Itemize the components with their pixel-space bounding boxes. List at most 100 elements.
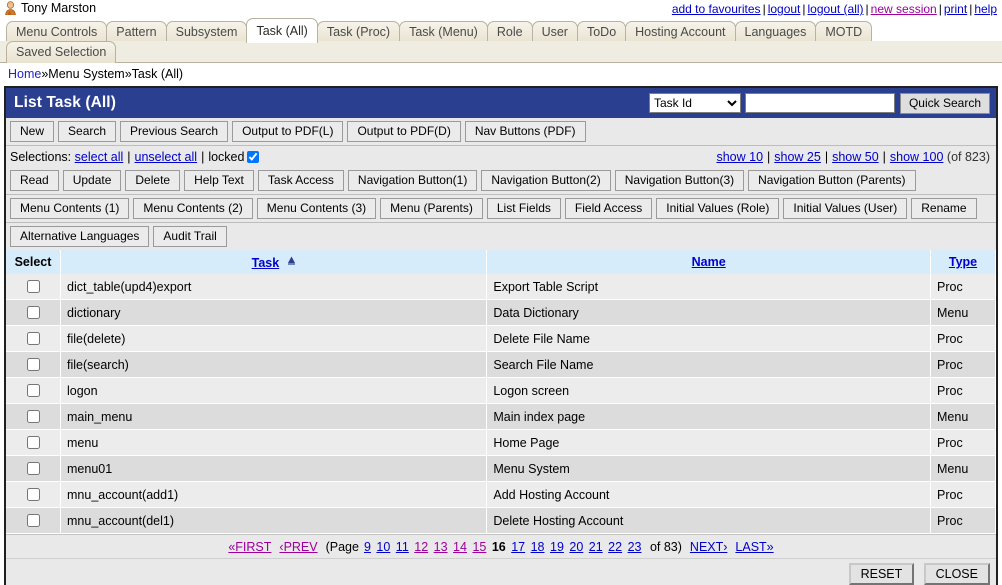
tab-pattern[interactable]: Pattern (106, 21, 166, 43)
link-print[interactable]: print (944, 2, 967, 16)
cell-name: Add Hosting Account (487, 482, 931, 508)
menu-contents-2-button[interactable]: Menu Contents (2) (133, 198, 252, 219)
initial-values-role-button[interactable]: Initial Values (Role) (656, 198, 779, 219)
alternative-languages-button[interactable]: Alternative Languages (10, 226, 149, 247)
page-number-link[interactable]: 9 (364, 540, 371, 554)
tab-menu-controls[interactable]: Menu Controls (6, 21, 107, 43)
breadcrumb-home[interactable]: Home (8, 67, 41, 81)
page-number-link[interactable]: 21 (589, 540, 603, 554)
navigation-button-3[interactable]: Navigation Button(3) (615, 170, 744, 191)
menu-contents-3-button[interactable]: Menu Contents (3) (257, 198, 376, 219)
row-select-checkbox[interactable] (27, 332, 40, 345)
page-last-link[interactable]: LAST» (735, 540, 773, 554)
breadcrumb: Home»Menu System»Task (All) (0, 63, 1002, 86)
field-access-button[interactable]: Field Access (565, 198, 652, 219)
locked-checkbox[interactable] (247, 151, 259, 163)
page-number-link[interactable]: 17 (511, 540, 525, 554)
row-select-checkbox[interactable] (27, 280, 40, 293)
tab-task-proc[interactable]: Task (Proc) (317, 21, 400, 43)
tab-task-all[interactable]: Task (All) (246, 18, 317, 43)
menu-parents-button[interactable]: Menu (Parents) (380, 198, 483, 219)
link-logout-all[interactable]: logout (all) (808, 2, 864, 16)
column-header-type[interactable]: Type (931, 250, 996, 274)
tab-languages[interactable]: Languages (735, 21, 817, 43)
page-number-link[interactable]: 12 (414, 540, 428, 554)
tab-role[interactable]: Role (487, 21, 533, 43)
page-prev-link[interactable]: ‹PREV (279, 540, 317, 554)
read-button[interactable]: Read (10, 170, 59, 191)
page-number-link[interactable]: 14 (453, 540, 467, 554)
reset-button[interactable]: RESET (849, 563, 915, 585)
navigation-button-2[interactable]: Navigation Button(2) (481, 170, 610, 191)
sort-by-task-link[interactable]: Task (252, 256, 280, 270)
link-add-to-favourites[interactable]: add to favourites (672, 2, 761, 16)
row-select-checkbox[interactable] (27, 306, 40, 319)
unselect-all-link[interactable]: unselect all (135, 150, 198, 164)
row-select-checkbox[interactable] (27, 462, 40, 475)
page-number-link[interactable]: 15 (472, 540, 486, 554)
row-select-checkbox[interactable] (27, 384, 40, 397)
navigation-button-parents[interactable]: Navigation Button (Parents) (748, 170, 915, 191)
row-select-cell (6, 456, 61, 482)
help-text-button[interactable]: Help Text (184, 170, 254, 191)
page-total-label: of 83) (650, 540, 682, 554)
task-list-table: Select Task Name Ty (6, 250, 996, 534)
page-number-link[interactable]: 19 (550, 540, 564, 554)
quick-search-input[interactable] (745, 93, 895, 113)
initial-values-user-button[interactable]: Initial Values (User) (783, 198, 907, 219)
row-select-checkbox[interactable] (27, 410, 40, 423)
link-new-session[interactable]: new session (871, 2, 937, 16)
page-number-link[interactable]: 11 (396, 540, 409, 554)
delete-button[interactable]: Delete (125, 170, 180, 191)
sort-by-type-link[interactable]: Type (949, 255, 977, 269)
table-head: Select Task Name Ty (6, 250, 996, 274)
page-number-link[interactable]: 20 (569, 540, 583, 554)
tab-hosting-account[interactable]: Hosting Account (625, 21, 735, 43)
quick-search-field-select[interactable]: Task Id (649, 93, 741, 113)
page-number-link[interactable]: 23 (628, 540, 642, 554)
cell-name: Logon screen (487, 378, 931, 404)
quick-search-button[interactable]: Quick Search (900, 93, 990, 114)
select-all-link[interactable]: select all (75, 150, 124, 164)
update-button[interactable]: Update (63, 170, 122, 191)
column-header-name[interactable]: Name (487, 250, 931, 274)
search-button[interactable]: Search (58, 121, 116, 142)
task-access-button[interactable]: Task Access (258, 170, 344, 191)
audit-trail-button[interactable]: Audit Trail (153, 226, 226, 247)
tab-user[interactable]: User (532, 21, 578, 43)
tab-subsystem[interactable]: Subsystem (166, 21, 248, 43)
show-10-link[interactable]: show 10 (716, 150, 763, 164)
row-select-checkbox[interactable] (27, 358, 40, 371)
tab-task-menu[interactable]: Task (Menu) (399, 21, 488, 43)
page-number-link[interactable]: 22 (608, 540, 622, 554)
new-button[interactable]: New (10, 121, 54, 142)
tab-saved-selection[interactable]: Saved Selection (6, 41, 116, 63)
tab-todo[interactable]: ToDo (577, 21, 626, 43)
list-fields-button[interactable]: List Fields (487, 198, 561, 219)
page-number-link[interactable]: 18 (531, 540, 545, 554)
show-100-link[interactable]: show 100 (890, 150, 944, 164)
tab-motd[interactable]: MOTD (815, 21, 872, 43)
link-help[interactable]: help (974, 2, 997, 16)
output-to-pdf-d-button[interactable]: Output to PDF(D) (347, 121, 460, 142)
application-window: Tony Marston add to favourites|logout|lo… (0, 0, 1002, 585)
show-25-link[interactable]: show 25 (774, 150, 821, 164)
page-number-link[interactable]: 13 (434, 540, 448, 554)
page-next-link[interactable]: NEXT› (690, 540, 728, 554)
rename-button[interactable]: Rename (911, 198, 976, 219)
row-select-checkbox[interactable] (27, 488, 40, 501)
column-header-task[interactable]: Task (61, 250, 487, 274)
page-first-link[interactable]: «FIRST (228, 540, 271, 554)
row-select-checkbox[interactable] (27, 514, 40, 527)
sort-by-name-link[interactable]: Name (692, 255, 726, 269)
show-50-link[interactable]: show 50 (832, 150, 879, 164)
row-select-checkbox[interactable] (27, 436, 40, 449)
previous-search-button[interactable]: Previous Search (120, 121, 228, 142)
close-button[interactable]: CLOSE (924, 563, 990, 585)
output-to-pdf-l-button[interactable]: Output to PDF(L) (232, 121, 343, 142)
page-number-link[interactable]: 10 (376, 540, 390, 554)
menu-contents-1-button[interactable]: Menu Contents (1) (10, 198, 129, 219)
nav-buttons-pdf-button[interactable]: Nav Buttons (PDF) (465, 121, 586, 142)
navigation-button-1[interactable]: Navigation Button(1) (348, 170, 477, 191)
link-logout[interactable]: logout (768, 2, 801, 16)
